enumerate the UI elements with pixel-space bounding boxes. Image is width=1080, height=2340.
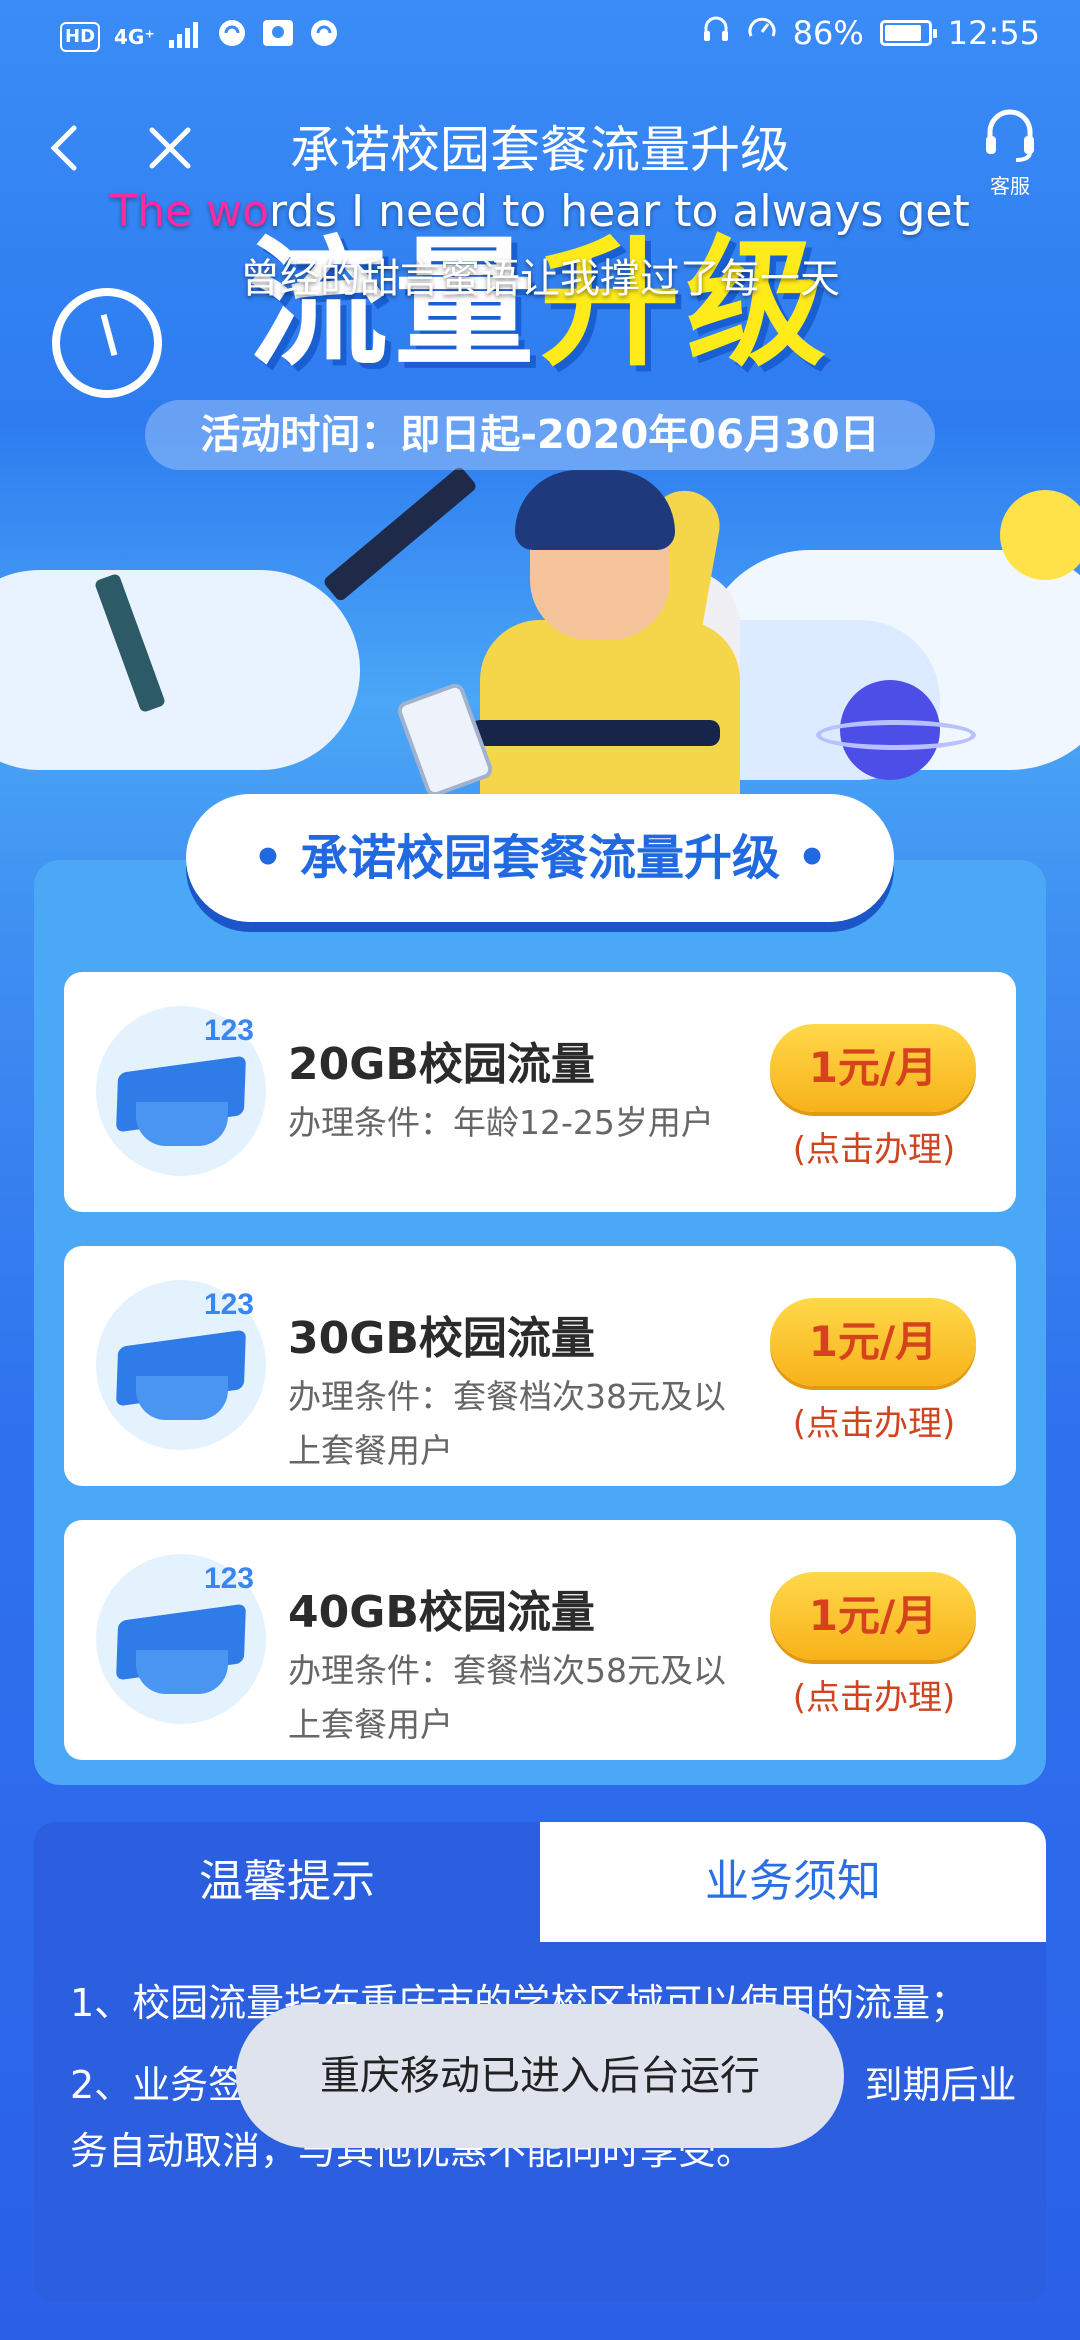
cap-badge: 123 [203,1014,254,1047]
cap-badge: 123 [203,1562,254,1595]
plan-name: 30GB校园流量 [288,1313,595,1364]
battery-icon [879,20,937,46]
boy-illustration-belt [470,720,720,746]
nav-bar: 承诺校园套餐流量升级 客服 [0,100,1080,200]
page-title: 承诺校园套餐流量升级 [290,121,790,179]
status-right-icons: 86% 12:55 [701,14,1040,52]
cloud-decoration [0,570,360,770]
wifi-calling-icon-2 [309,18,339,56]
status-bar: HD 4G⁺ 86% 12:55 [0,0,1080,72]
sun-decoration [1000,490,1080,580]
subscribe-button-40gb[interactable]: 1元/月 [770,1572,976,1660]
status-left-icons: HD 4G⁺ [60,18,339,56]
section-title: • 承诺校园套餐流量升级 • [186,794,894,922]
subtitle-chinese: 曾经的甜言蜜语让我撑过了每一天 [240,256,840,302]
headset-icon [986,109,1034,162]
subscribe-link-40gb[interactable]: (点击办理) [754,1670,994,1719]
speedometer-icon [747,14,777,52]
boy-illustration-hair [515,470,675,550]
clock: 12:55 [947,14,1040,52]
subscribe-button-20gb[interactable]: 1元/月 [770,1024,976,1112]
subtitle-english: The words I need to hear to always get [0,186,1080,237]
battery-percent: 86% [792,14,864,52]
toast-message: 重庆移动已进入后台运行 [236,2004,844,2148]
graduation-cap-icon: 123 [96,1554,266,1724]
sim-icon [261,18,295,56]
plan-name: 20GB校园流量 [288,1039,595,1090]
pencil-decoration [322,465,478,603]
subtitle-highlight: The wo [110,186,269,237]
signal-bars-icon [168,18,203,56]
plan-item-40gb: 123 40GB校园流量 办理条件：套餐档次58元及以上套餐用户 1元/月 (点… [64,1520,1016,1760]
4g-signal-icon: 4G⁺ [114,25,155,49]
chevron-left-icon [50,125,77,171]
plan-item-20gb: 123 20GB校园流量 办理条件：年龄12-25岁用户 1元/月 (点击办理) [64,972,1016,1212]
cap-badge: 123 [203,1288,254,1321]
back-button[interactable] [40,118,100,178]
graduation-cap-icon: 123 [96,1280,266,1450]
activity-time: 活动时间：即日起-2020年06月30日 [145,400,935,470]
plan-condition: 办理条件：年龄12-25岁用户 [288,1103,714,1142]
graduation-cap-icon: 123 [96,1006,266,1176]
wifi-calling-icon [217,18,247,56]
page: HD 4G⁺ 86% 12:55 承诺校园套餐流量升级 客服 流量升级 活动时间… [0,0,1080,2340]
planet-decoration [816,680,976,780]
plan-name: 40GB校园流量 [288,1587,595,1638]
subtitle-rest: rds I need to hear to always get [269,186,970,237]
subscribe-link-20gb[interactable]: (点击办理) [754,1122,994,1171]
plan-item-30gb: 123 30GB校园流量 办理条件：套餐档次38元及以上套餐用户 1元/月 (点… [64,1246,1016,1486]
subscribe-button-30gb[interactable]: 1元/月 [770,1298,976,1386]
subscribe-link-30gb[interactable]: (点击办理) [754,1396,994,1445]
tab-business-notice[interactable]: 业务须知 [540,1822,1046,1942]
hd-icon: HD [60,22,101,52]
tab-tips[interactable]: 温馨提示 [34,1822,540,1942]
headphone-status-icon [701,14,731,52]
hero-banner: 流量升级 活动时间：即日起-2020年06月30日 The words I ne… [0,186,1080,860]
plan-condition: 办理条件：套餐档次58元及以上套餐用户 [288,1651,726,1744]
plan-condition: 办理条件：套餐档次38元及以上套餐用户 [288,1377,726,1470]
close-button[interactable] [142,118,202,178]
close-icon [149,127,191,169]
